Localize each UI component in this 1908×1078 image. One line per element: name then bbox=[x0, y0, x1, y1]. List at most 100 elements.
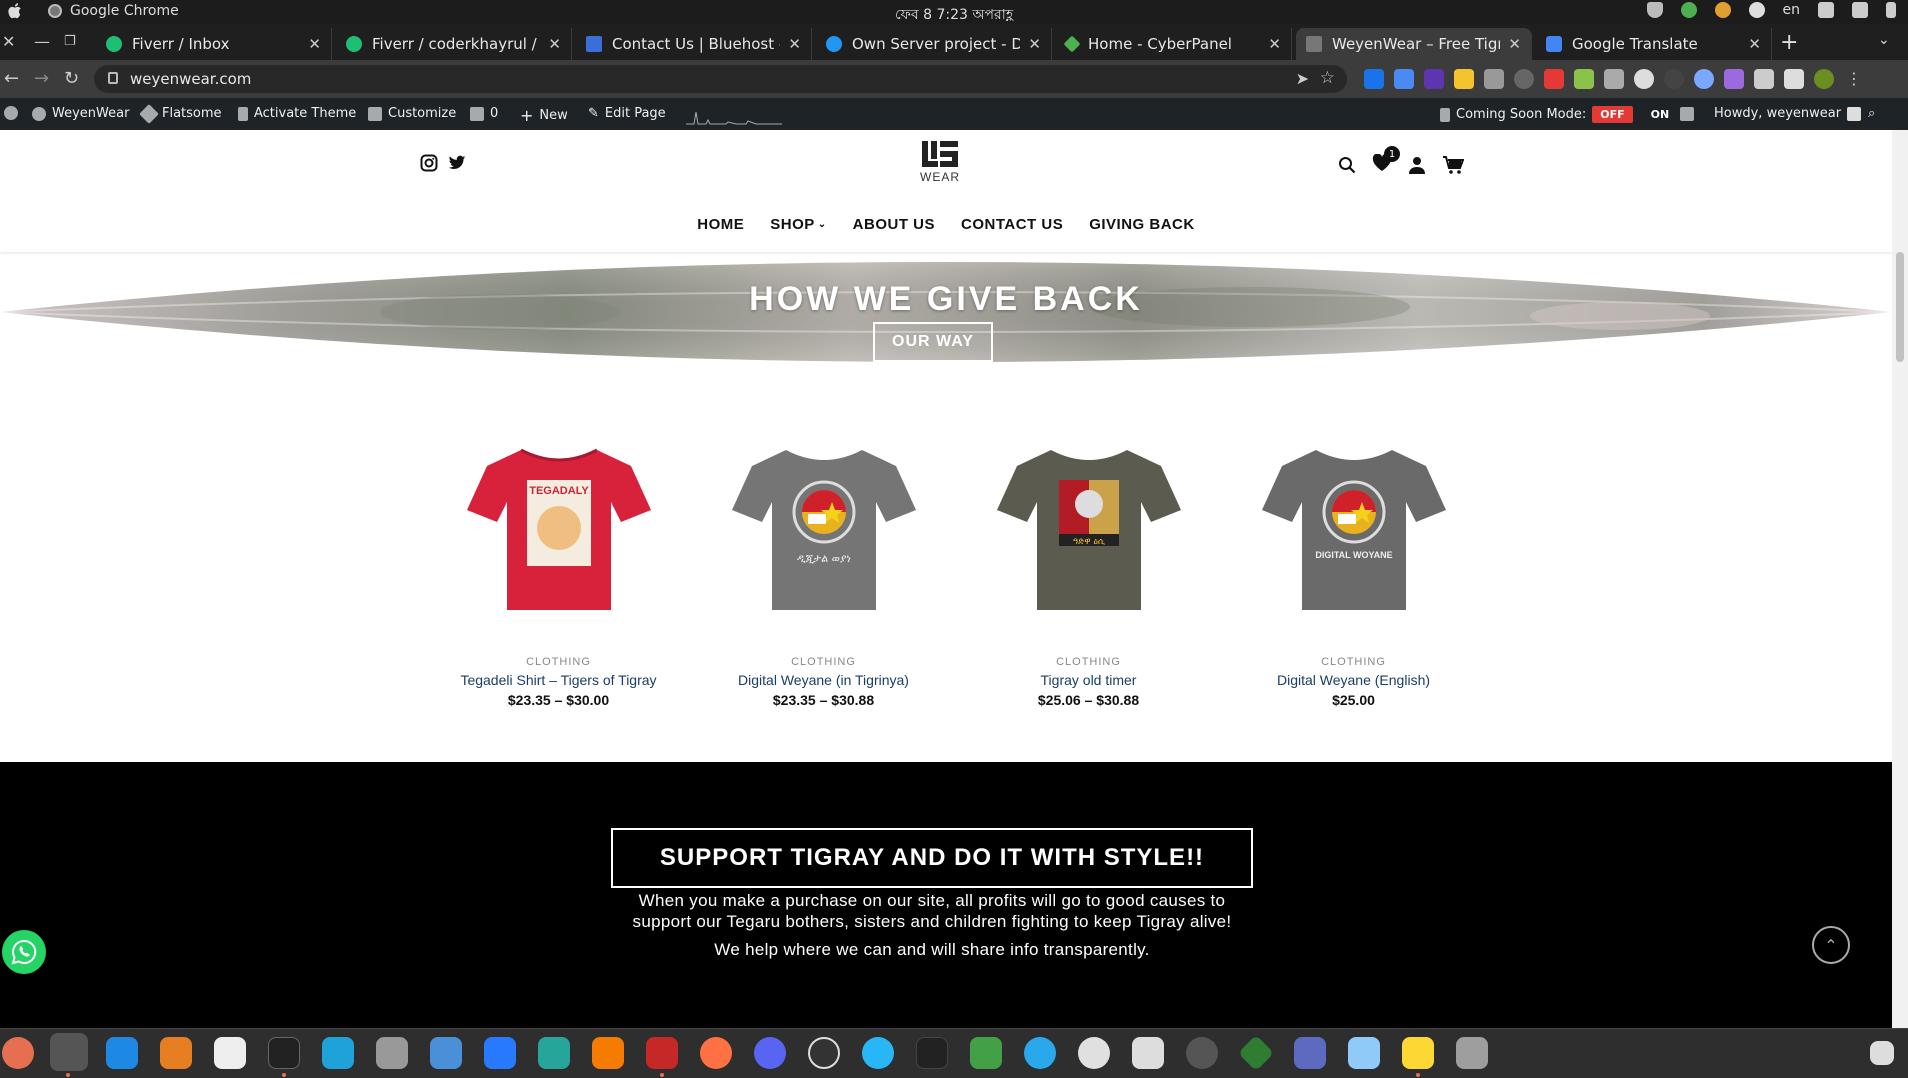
product-name[interactable]: Digital Weyane (in Tigrinya) bbox=[691, 672, 956, 688]
nav-giving-back[interactable]: GIVING BACK bbox=[1089, 216, 1195, 233]
stats-sparkline[interactable] bbox=[686, 102, 782, 126]
active-app[interactable]: Google Chrome bbox=[48, 3, 179, 19]
input-language[interactable]: en bbox=[1783, 2, 1801, 18]
discord-icon[interactable] bbox=[754, 1037, 786, 1069]
accessibility-icon[interactable] bbox=[1748, 2, 1765, 18]
twitter-icon[interactable] bbox=[448, 154, 466, 172]
coming-soon-off[interactable]: OFF bbox=[1592, 106, 1633, 123]
wp-activate-theme[interactable]: Activate Theme bbox=[238, 106, 356, 121]
whatsapp-button[interactable] bbox=[2, 930, 46, 974]
search-icon[interactable] bbox=[1338, 156, 1356, 174]
extension-icon[interactable] bbox=[1484, 69, 1504, 89]
coming-soon-on[interactable]: ON bbox=[1651, 108, 1670, 121]
close-tab-icon[interactable]: ✕ bbox=[1748, 35, 1761, 53]
wp-new[interactable]: + New bbox=[520, 106, 568, 125]
wp-edit-page[interactable]: ✎ Edit Page bbox=[588, 106, 666, 121]
wp-site-link[interactable]: WeyenWear bbox=[32, 106, 129, 121]
product-image[interactable]: ዓድዋ ዕሲ bbox=[989, 430, 1189, 630]
minimize-window-icon[interactable]: — bbox=[34, 32, 50, 51]
product-image[interactable]: ዲጂታል ወያነ bbox=[724, 430, 924, 630]
restore-window-icon[interactable]: ❐ bbox=[64, 34, 76, 49]
settings-icon[interactable] bbox=[1186, 1037, 1218, 1069]
product-name[interactable]: Tegadeli Shirt – Tigers of Tigray bbox=[426, 672, 691, 688]
shield-icon[interactable] bbox=[1646, 2, 1663, 18]
extension-icon[interactable] bbox=[1724, 69, 1744, 89]
firefox-icon[interactable] bbox=[2, 1037, 34, 1069]
cart-icon[interactable] bbox=[1442, 155, 1464, 175]
product-image[interactable]: DIGITAL WOYANE bbox=[1254, 430, 1454, 630]
finder-icon[interactable] bbox=[430, 1037, 462, 1069]
tab-google-translate[interactable]: Google Translate ✕ bbox=[1536, 28, 1772, 60]
back-icon[interactable]: ← bbox=[4, 68, 19, 89]
our-way-button[interactable]: OUR WAY bbox=[873, 322, 993, 362]
sidepanel-icon[interactable] bbox=[1784, 69, 1804, 89]
obs-icon[interactable] bbox=[808, 1037, 840, 1069]
tab-bluehost[interactable]: Contact Us | Bluehost - Bl ✕ bbox=[576, 28, 812, 60]
mail-icon[interactable] bbox=[1348, 1037, 1380, 1069]
nav-shop[interactable]: SHOP ⌄ bbox=[770, 216, 826, 233]
appstore-icon[interactable] bbox=[106, 1037, 138, 1069]
lock-icon[interactable] bbox=[108, 72, 118, 84]
extension-icon[interactable] bbox=[1694, 69, 1714, 89]
coming-soon-toggle[interactable]: Coming Soon Mode: OFF ON bbox=[1440, 106, 1669, 123]
chrome-tray-icon[interactable] bbox=[1714, 2, 1731, 18]
notes-icon[interactable] bbox=[214, 1037, 246, 1069]
extension-icon[interactable] bbox=[1514, 69, 1534, 89]
product-card[interactable]: ዓድዋ ዕሲ CLOTHING Tigray old timer $25.06 … bbox=[956, 430, 1221, 708]
forward-icon[interactable]: → bbox=[34, 68, 49, 89]
wp-customize[interactable]: Customize bbox=[368, 106, 456, 121]
extension-icon[interactable] bbox=[1424, 69, 1444, 89]
vscode-icon[interactable] bbox=[484, 1037, 516, 1069]
remote-desktop-icon[interactable] bbox=[322, 1037, 354, 1069]
more-menu-icon[interactable]: ⋮ bbox=[1844, 69, 1864, 89]
slides-icon[interactable] bbox=[160, 1037, 192, 1069]
android-studio-icon[interactable] bbox=[1237, 1034, 1275, 1072]
user-icon[interactable] bbox=[1408, 156, 1426, 174]
scrollbar-thumb[interactable] bbox=[1896, 252, 1904, 362]
close-tab-icon[interactable]: ✕ bbox=[308, 35, 321, 53]
nav-contact[interactable]: CONTACT US bbox=[961, 216, 1063, 233]
url-text[interactable]: weyenwear.com bbox=[130, 70, 251, 88]
close-tab-icon[interactable]: ✕ bbox=[1028, 35, 1041, 53]
wp-flatsome-link[interactable]: Flatsome bbox=[139, 103, 222, 124]
tab-own-server[interactable]: Own Server project - Digit ✕ bbox=[816, 28, 1052, 60]
extension-icon[interactable] bbox=[1664, 69, 1684, 89]
product-card[interactable]: ዲጂታል ወያነ CLOTHING Digital Weyane (in Tig… bbox=[691, 430, 956, 708]
extension-icon[interactable] bbox=[1634, 69, 1654, 89]
tab-cyberpanel[interactable]: Home - CyberPanel ✕ bbox=[1056, 28, 1292, 60]
wordpress-icon[interactable] bbox=[4, 106, 18, 120]
terminal-icon[interactable] bbox=[268, 1037, 300, 1069]
chevron-down-icon[interactable]: ⌄ bbox=[1878, 32, 1890, 48]
sftp-icon[interactable] bbox=[1294, 1037, 1326, 1069]
tab-fiverr-coderkhayrul[interactable]: Fiverr / coderkhayrul / Sh ✕ bbox=[336, 28, 572, 60]
close-window-icon[interactable]: ✕ bbox=[2, 32, 15, 51]
page-scrollbar[interactable] bbox=[1892, 130, 1908, 1028]
bookmark-star-icon[interactable]: ☆ bbox=[1320, 68, 1335, 88]
wishlist-button[interactable]: 1 bbox=[1372, 146, 1400, 176]
product-card[interactable]: TEGADALY CLOTHING Tegadeli Shirt – Tiger… bbox=[426, 430, 691, 708]
volume-icon[interactable] bbox=[1852, 2, 1868, 18]
product-name[interactable]: Digital Weyane (English) bbox=[1221, 672, 1486, 688]
reload-icon[interactable]: ↻ bbox=[64, 68, 79, 89]
telegram-icon[interactable] bbox=[1024, 1037, 1056, 1069]
extension-icon[interactable] bbox=[1574, 69, 1594, 89]
instagram-icon[interactable] bbox=[420, 154, 438, 172]
meet-icon[interactable] bbox=[970, 1037, 1002, 1069]
tab-weyenwear[interactable]: WeyenWear – Free Tigray! ✕ bbox=[1296, 28, 1532, 60]
tab-fiverr-inbox[interactable]: Fiverr / Inbox ✕ bbox=[96, 28, 332, 60]
close-tab-icon[interactable]: ✕ bbox=[548, 35, 561, 53]
notes-app-icon[interactable] bbox=[1402, 1037, 1434, 1069]
apple-icon[interactable] bbox=[8, 3, 22, 19]
wifi-icon[interactable] bbox=[1818, 2, 1834, 18]
sublime-icon[interactable] bbox=[592, 1037, 624, 1069]
site-logo[interactable]: WEAR bbox=[900, 140, 980, 192]
wp-comments[interactable]: 0 bbox=[470, 106, 498, 121]
back-to-top-button[interactable]: ⌃ bbox=[1812, 926, 1850, 964]
extension-icon[interactable] bbox=[1544, 69, 1564, 89]
extension-icon[interactable] bbox=[1364, 69, 1384, 89]
extension-icon[interactable] bbox=[1394, 69, 1414, 89]
product-name[interactable]: Tigray old timer bbox=[956, 672, 1221, 688]
address-bar[interactable]: weyenwear.com ➤ ☆ bbox=[94, 65, 1347, 93]
close-tab-icon[interactable]: ✕ bbox=[788, 35, 801, 53]
nav-home[interactable]: HOME bbox=[697, 216, 744, 233]
